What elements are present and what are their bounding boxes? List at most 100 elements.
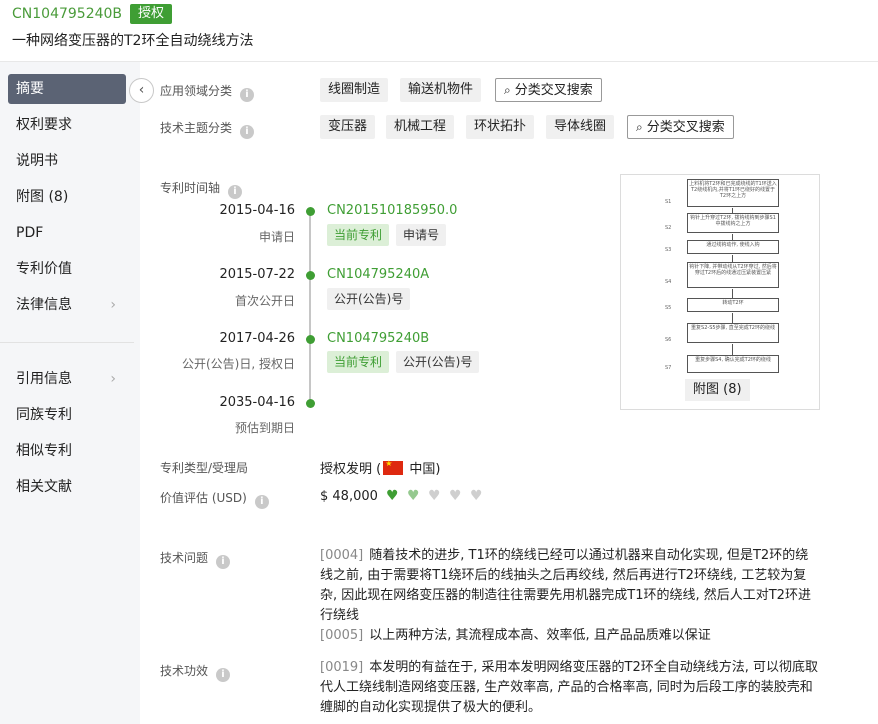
tag-conveyor[interactable]: 输送机物件 <box>400 78 482 102</box>
tech-effect-label: 技术功效 i <box>160 662 231 682</box>
flow-arrow <box>732 255 733 262</box>
sidebar-item-citations[interactable]: 引用信息 › <box>8 364 126 394</box>
sidebar-item-label: 权利要求 <box>16 117 72 133</box>
collapse-sidebar-button[interactable]: ‹ <box>129 78 154 103</box>
timeline-sub: 预估到期日 <box>234 421 295 435</box>
valuation-label: 价值评估 (USD) i <box>160 489 269 509</box>
flow-step: 通过线钩动作, 使线入钩 <box>687 240 779 254</box>
paragraph-text: 以上两种方法, 其流程成本高、效率低, 且产品品质难以保证 <box>369 628 711 643</box>
sidebar-item-label: 附图 (8) <box>16 189 69 205</box>
info-icon[interactable]: i <box>216 668 231 682</box>
flow-step: 转动T2环 <box>687 298 779 312</box>
tag-conductor-coil[interactable]: 导体线圈 <box>546 115 615 139</box>
sidebar-item-label: 摘要 <box>16 81 44 97</box>
application-number-link[interactable]: CN201510185950.0 <box>327 203 457 218</box>
flow-step: 重复S2-S5步骤, 直至完成T2环的绕线 <box>687 323 779 343</box>
info-icon[interactable]: i <box>254 495 269 509</box>
chevron-right-icon: › <box>110 371 116 387</box>
flow-step: 钩针上升穿过T2环, 拨钩线钩到步骤S1中拨线钩之上方 <box>687 213 779 233</box>
flow-arrow <box>732 289 733 298</box>
sidebar-item-value[interactable]: 专利价值 <box>8 254 126 284</box>
sidebar-item-pdf[interactable]: PDF <box>8 218 126 248</box>
tech-effect-text: [0019] 本发明的有益在于, 采用本发明网络变压器的T2环全自动绕线方法, 可… <box>320 658 820 718</box>
patent-type-value: 授权发明 ( 中国) <box>320 458 440 477</box>
publication-number-link[interactable]: CN104795240A <box>327 267 429 282</box>
label-text: 技术问题 <box>160 551 209 565</box>
cross-search-label: 分类交叉搜索 <box>514 83 593 98</box>
flow-step-label: S6 <box>665 337 672 343</box>
paragraph-number: [0019] <box>320 660 364 675</box>
label-text: 技术主题分类 <box>160 121 233 135</box>
sidebar-item-family[interactable]: 同族专利 <box>8 400 126 430</box>
sidebar-item-label: 引用信息 <box>16 371 72 387</box>
china-flag-icon <box>383 459 404 475</box>
sidebar-item-description[interactable]: 说明书 <box>8 146 126 176</box>
sidebar: 摘要 权利要求 说明书 附图 (8) PDF 专利价值 法律信息 › 引用信息 › … <box>0 62 140 724</box>
timeline-sub: 首次公开日 <box>234 294 295 308</box>
paragraph: [0004] 随着技术的进步, T1环的绕线已经可以通过机器来自动化实现, 但是T… <box>320 546 820 626</box>
sidebar-item-label: 说明书 <box>16 153 58 169</box>
flow-step-label: S3 <box>665 247 672 253</box>
current-patent-tag: 当前专利 <box>327 351 390 373</box>
flow-step-label: S2 <box>665 225 672 231</box>
cross-search-button[interactable]: ⌕ 分类交叉搜索 <box>495 78 602 102</box>
sidebar-item-label: 法律信息 <box>16 297 72 313</box>
valuation-value: $ 48,000 <box>320 489 378 504</box>
timeline-line <box>309 212 311 404</box>
rating-gem-icon: ♥ <box>470 488 483 504</box>
sidebar-item-abstract[interactable]: 摘要 <box>8 74 126 104</box>
patent-number: CN104795240B <box>12 6 123 22</box>
label-text: 价值评估 (USD) <box>160 491 247 505</box>
sidebar-item-label: 相关文献 <box>16 479 72 495</box>
chevron-right-icon: › <box>110 297 116 313</box>
timeline-date: 2015-07-22 <box>219 267 295 282</box>
paragraph-number: [0005] <box>320 628 364 643</box>
rating-gem-icon: ♥ <box>449 488 462 504</box>
sidebar-divider <box>0 342 134 343</box>
sidebar-item-similar[interactable]: 相似专利 <box>8 436 126 466</box>
tag-coil-manufacturing[interactable]: 线圈制造 <box>320 78 389 102</box>
flow-step-label: S1 <box>665 199 672 205</box>
tag-label: 公开(公告)号 <box>396 351 480 373</box>
tag-mechanical-engineering[interactable]: 机械工程 <box>386 115 455 139</box>
sidebar-item-label: 专利价值 <box>16 261 72 277</box>
info-icon[interactable]: i <box>228 185 243 199</box>
tag-transformer[interactable]: 变压器 <box>320 115 376 139</box>
flow-step-label: S4 <box>665 279 672 285</box>
cross-search-button[interactable]: ⌕ 分类交叉搜索 <box>627 115 734 139</box>
rating-gem-icon: ♥ <box>407 488 420 504</box>
timeline-dot <box>306 207 315 216</box>
status-badge: 授权 <box>130 4 173 24</box>
sidebar-item-literature[interactable]: 相关文献 <box>8 472 126 502</box>
flow-arrow <box>732 344 733 355</box>
label-text: 应用领域分类 <box>160 84 233 98</box>
flow-step: 钩针下降, 并带动线从T2环穿过, 然后将穿过T2环后的线通过压紧装置压紧 <box>687 262 779 288</box>
country-text: 中国 <box>409 462 436 477</box>
sidebar-item-legal[interactable]: 法律信息 › <box>8 290 126 320</box>
sidebar-item-label: 同族专利 <box>16 407 72 423</box>
info-icon[interactable]: i <box>240 88 255 102</box>
flow-arrow <box>732 313 733 323</box>
info-icon[interactable]: i <box>240 125 255 139</box>
sidebar-item-figures[interactable]: 附图 (8) <box>8 182 126 212</box>
chevron-left-icon: ‹ <box>138 82 145 98</box>
sidebar-item-label: PDF <box>16 225 44 241</box>
rating-gem-icon: ♥ <box>386 488 399 504</box>
sidebar-item-claims[interactable]: 权利要求 <box>8 110 126 140</box>
info-icon[interactable]: i <box>216 555 231 569</box>
tag-ring-topology[interactable]: 环状拓扑 <box>466 115 535 139</box>
figure-caption[interactable]: 附图 (8) <box>685 379 750 401</box>
sidebar-item-label: 相似专利 <box>16 443 72 459</box>
timeline-sub: 申请日 <box>258 230 295 244</box>
timeline-dot <box>306 399 315 408</box>
patent-type-label: 专利类型/受理局 <box>160 461 249 475</box>
tech-problem-text: [0004] 随着技术的进步, T1环的绕线已经可以通过机器来自动化实现, 但是T… <box>320 546 820 646</box>
search-icon: ⌕ <box>504 83 511 97</box>
label-text: 技术功效 <box>160 664 209 678</box>
grant-number-link[interactable]: CN104795240B <box>327 331 429 346</box>
paragraph-number: [0004] <box>320 548 364 563</box>
flow-step: 重复步骤S4, 确认完成T2环的绕线 <box>687 355 779 373</box>
figure-thumbnail[interactable]: 上料机将T2环和已完成绕线的T1环送入T2绕线机内,并将T1环已绕好的线置于T2… <box>620 174 820 410</box>
page-title: 一种网络变压器的T2环全自动绕线方法 <box>12 33 254 49</box>
timeline-date: 2035-04-16 <box>219 395 295 410</box>
